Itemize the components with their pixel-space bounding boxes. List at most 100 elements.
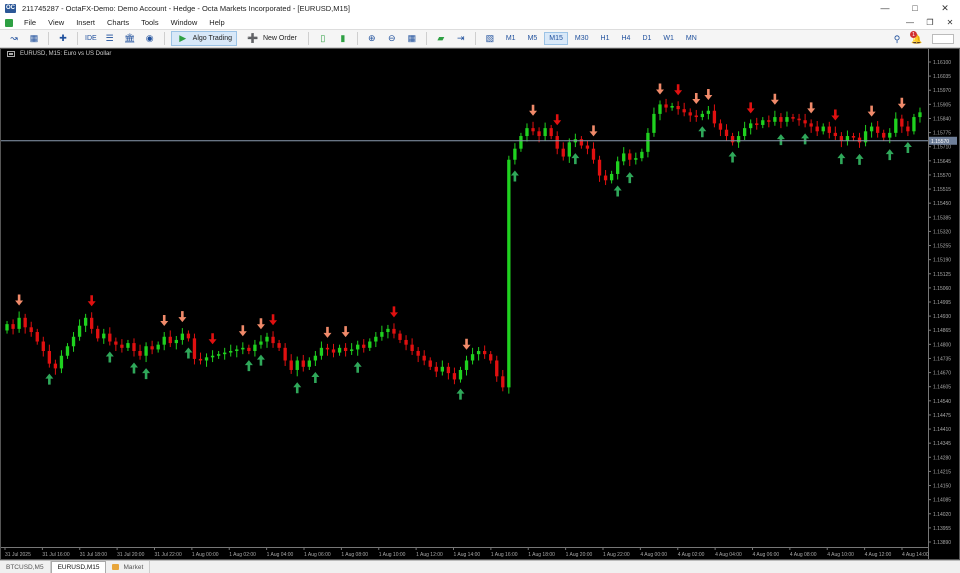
market-icon (112, 564, 120, 570)
line-chart-icon[interactable]: ↝ (7, 32, 21, 46)
candle-body (712, 110, 717, 124)
mdi-minimize-icon[interactable]: — (900, 16, 920, 29)
candle-body (162, 336, 166, 345)
grid-icon[interactable]: ▦ (405, 32, 419, 46)
y-tick-label: 1.15125 (933, 272, 951, 278)
tab-btcusd-m5[interactable]: BTCUSD,M5 (0, 561, 51, 573)
candle-body (622, 153, 626, 162)
window-controls: — □ ✕ (870, 0, 960, 16)
candle-body (761, 120, 765, 125)
y-tick-label: 1.14865 (933, 328, 951, 334)
candle-body (83, 317, 88, 326)
bar-chart-icon[interactable]: ▯ (316, 32, 330, 46)
menu-window[interactable]: Window (165, 18, 204, 27)
candle-body (229, 351, 233, 353)
candle-body (585, 145, 590, 149)
close-icon[interactable]: ✕ (930, 0, 960, 16)
menu-help[interactable]: Help (203, 18, 230, 27)
buy-signal-arrow (728, 151, 737, 163)
mdi-restore-icon[interactable]: ❐ (920, 16, 940, 29)
timeframe-d1[interactable]: D1 (637, 32, 656, 45)
candle-body (549, 128, 553, 137)
y-tick-label: 1.14605 (933, 385, 951, 391)
candle-body (77, 325, 82, 337)
candle-body (537, 131, 541, 137)
timeframe-mn[interactable]: MN (681, 32, 702, 45)
signals-icon[interactable]: ◉ (143, 32, 157, 46)
y-tick-label: 1.14215 (933, 469, 951, 475)
x-tick-label: 4 Aug 14:00 (902, 552, 929, 558)
timeframe-w1[interactable]: W1 (658, 32, 679, 45)
candle-body (223, 352, 227, 355)
new-chart-icon[interactable]: ✚ (56, 32, 70, 46)
candle-body (11, 324, 15, 329)
y-tick-label: 1.15775 (933, 131, 951, 137)
x-tick-label: 31 Jul 22:00 (155, 552, 182, 558)
y-tick-label: 1.14085 (933, 498, 951, 504)
candle-body (730, 136, 735, 143)
ide-button[interactable]: IDE (85, 35, 97, 42)
symbol-label: EURUSD, M15: Euro vs US Dollar (20, 51, 112, 57)
y-tick-label: 1.14280 (933, 455, 951, 461)
timeframe-m30[interactable]: M30 (570, 32, 594, 45)
candle-body (416, 351, 420, 356)
candle-body (682, 109, 686, 113)
tab-market[interactable]: Market (106, 561, 151, 573)
zoom-in-icon[interactable]: ⊕ (365, 32, 379, 46)
menu-tools[interactable]: Tools (135, 18, 165, 27)
chart-shift-icon[interactable]: ▰ (434, 32, 448, 46)
candle-body (380, 332, 384, 337)
candle-body (325, 347, 330, 350)
candle-body (102, 333, 106, 339)
x-tick-label: 1 Aug 10:00 (379, 552, 406, 558)
mdi-close-icon[interactable]: ✕ (940, 16, 960, 29)
timeframe-m5[interactable]: M5 (523, 32, 543, 45)
candle-body (108, 333, 112, 342)
timeframe-m1[interactable]: M1 (501, 32, 521, 45)
algo-trading-button[interactable]: ▶ Algo Trading (170, 31, 237, 46)
candle-body (343, 347, 348, 351)
y-tick-label: 1.15905 (933, 102, 951, 108)
y-tick-label: 1.13890 (933, 540, 951, 546)
timeframe-h4[interactable]: H4 (617, 32, 636, 45)
sell-signal-arrow (269, 314, 278, 326)
bank-icon[interactable]: 🏛 (123, 32, 137, 46)
periods-icon[interactable]: ▧ (483, 32, 497, 46)
tab-eurusd-m15[interactable]: EURUSD,M15 (50, 561, 107, 573)
candle-body (507, 159, 511, 388)
menu-view[interactable]: View (42, 18, 70, 27)
candle-body (422, 355, 426, 361)
account-selector[interactable] (932, 34, 954, 44)
auto-scroll-icon[interactable]: ⇥ (454, 32, 468, 46)
chart-window[interactable]: 1.16100 1.16035 1.15970 1.15905 1.15840 1.157… (0, 48, 960, 560)
market-watch-icon[interactable]: ☰ (103, 32, 117, 46)
search-icon[interactable]: ⚲ (890, 32, 904, 46)
candle-body (192, 338, 197, 359)
menu-insert[interactable]: Insert (70, 18, 101, 27)
candle-body (531, 128, 535, 132)
new-order-button[interactable]: ➕ New Order (241, 31, 302, 46)
chart-type-dropdown-icon[interactable]: ▦ (27, 32, 41, 46)
y-tick-label: 1.14735 (933, 356, 951, 362)
timeframe-h1[interactable]: H1 (596, 32, 615, 45)
candle-chart-icon[interactable]: ▮ (336, 32, 350, 46)
chart-window-icon[interactable] (5, 18, 13, 27)
minimize-icon[interactable]: — (870, 0, 900, 16)
sell-signal-arrow (341, 326, 350, 338)
buy-signal-arrow (293, 382, 302, 394)
menu-file[interactable]: File (18, 18, 42, 27)
timeframe-m15[interactable]: M15 (544, 32, 568, 45)
candle-body (356, 344, 360, 350)
new-order-icon: ➕ (247, 33, 259, 43)
price-chart[interactable]: 1.16100 1.16035 1.15970 1.15905 1.15840 1.157… (1, 49, 959, 559)
y-tick-label: 1.13955 (933, 526, 951, 532)
candle-body (501, 376, 505, 388)
candle-body (168, 336, 172, 344)
candle-body (265, 336, 269, 342)
candle-body (90, 317, 94, 329)
candle-body (869, 126, 874, 132)
candle-body (555, 136, 559, 149)
zoom-out-icon[interactable]: ⊖ (385, 32, 399, 46)
maximize-icon[interactable]: □ (900, 0, 930, 16)
menu-charts[interactable]: Charts (101, 18, 135, 27)
